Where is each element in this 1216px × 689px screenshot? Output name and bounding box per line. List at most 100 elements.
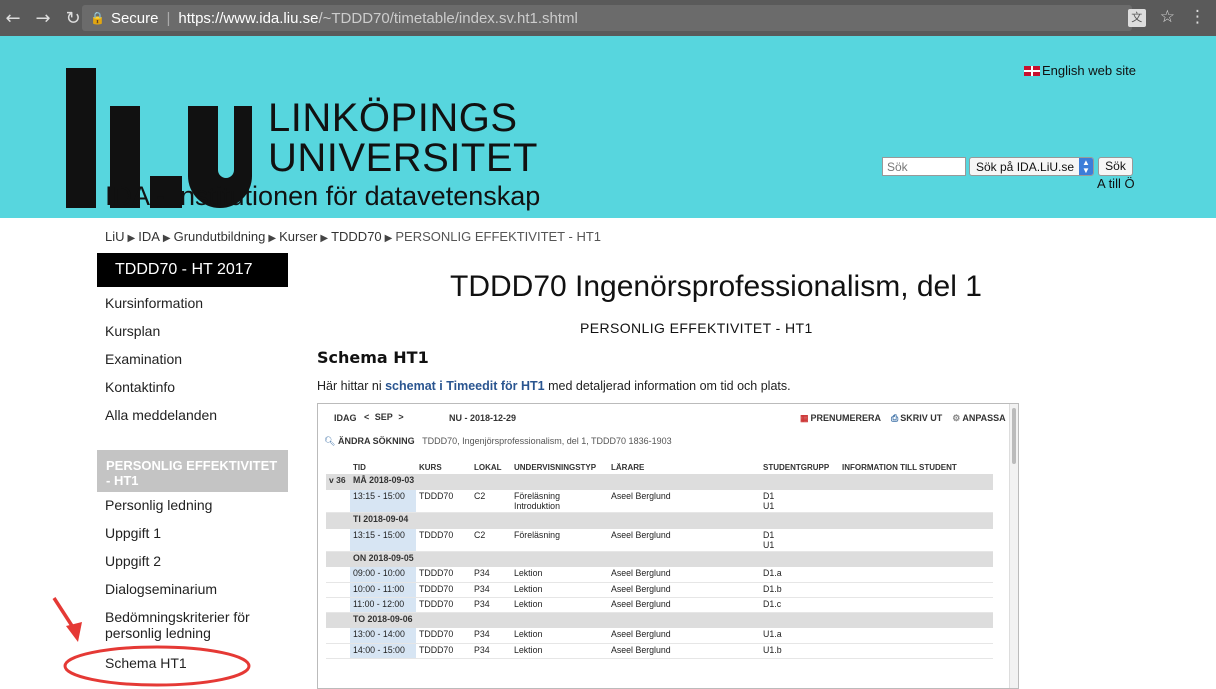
group-cell: D1.c: [760, 597, 839, 613]
day-header-row: ON 2018-09-05: [326, 551, 993, 567]
english-site-link[interactable]: English web site: [1024, 63, 1136, 78]
search-description: TDDD70, Ingenjörsprofessionalism, del 1,…: [422, 436, 672, 446]
month-navigation: < SEP >: [364, 412, 404, 422]
reload-icon[interactable]: ↻: [62, 8, 84, 29]
search-button[interactable]: Sök: [1098, 157, 1133, 176]
type-value: Lektion: [514, 598, 543, 609]
address-bar[interactable]: 🔒 Secure | https://www.ida.liu.se/~TDDD7…: [82, 5, 1132, 31]
sidebar-item-alla-meddelanden[interactable]: Alla meddelanden: [105, 407, 217, 423]
intro-text-start: Här hittar ni: [317, 379, 386, 393]
breadcrumb-ida[interactable]: IDA: [138, 229, 160, 244]
next-month-button[interactable]: >: [398, 412, 403, 422]
print-button[interactable]: ⎙ SKRIV UT: [891, 413, 942, 424]
table-row[interactable]: 13:00 - 14:00 TDDD70 P34 Lektion Aseel Bergl…: [326, 628, 993, 644]
breadcrumb-kurser[interactable]: Kurser: [279, 229, 317, 244]
room-cell: P34: [471, 597, 511, 613]
table-row[interactable]: 11:00 - 12:00 TDDD70 P34 Lektion Aseel Bergl…: [326, 597, 993, 613]
subscribe-button[interactable]: ▦ PRENUMERERA: [800, 413, 881, 424]
room-cell: P34: [471, 643, 511, 659]
column-header: LÄRARE: [611, 463, 645, 472]
sidebar-item-uppgift-2[interactable]: Uppgift 2: [105, 553, 161, 569]
breadcrumb-liu[interactable]: LiU: [105, 229, 125, 244]
breadcrumb-arrow-icon: ▶: [162, 233, 171, 244]
bookmark-star-icon[interactable]: ☆: [1160, 7, 1175, 27]
teacher-cell: Aseel Berglund: [608, 582, 760, 598]
table-row[interactable]: 13:15 - 15:00 TDDD70 C2 Föreläsning Introduk…: [326, 490, 993, 513]
info-cell: [839, 528, 993, 552]
table-row[interactable]: 09:00 - 10:00 TDDD70 P34 Lektion Aseel Bergl…: [326, 567, 993, 583]
print-label: SKRIV UT: [900, 413, 943, 423]
change-search-bar: 🔍︎ ÄNDRA SÖKNING TDDD70, Ingenjörsprofes…: [324, 436, 672, 447]
day-label: ON 2018-09-05: [350, 551, 993, 567]
course-cell: TDDD70: [416, 490, 471, 513]
university-name: LINKÖPINGS UNIVERSITET: [268, 98, 538, 178]
a-to-o-link[interactable]: A till Ö: [1097, 176, 1135, 191]
column-header: UNDERVISNINGSTYP: [514, 463, 597, 472]
intro-text: Här hittar ni schemat i Timeedit för HT1…: [317, 379, 791, 393]
teacher-cell: Aseel Berglund: [608, 628, 760, 644]
search-input[interactable]: Sök: [882, 157, 966, 176]
now-date: NU - 2018-12-29: [449, 413, 517, 423]
sidebar-item-examination[interactable]: Examination: [105, 351, 182, 367]
table-row[interactable]: 10:00 - 11:00 TDDD70 P34 Lektion Aseel Bergl…: [326, 582, 993, 598]
department-name[interactable]: IDA - Institutionen för datavetenskap: [105, 181, 540, 212]
printer-icon: ⎙: [891, 413, 899, 423]
menu-icon[interactable]: ⋮: [1189, 7, 1206, 27]
search-scope-value: Sök på IDA.LiU.se: [976, 160, 1075, 174]
search-scope-select[interactable]: Sök på IDA.LiU.se ▲ ▼: [969, 157, 1094, 176]
room-cell: P34: [471, 628, 511, 644]
group-value-2: U1: [763, 501, 775, 511]
prev-month-button[interactable]: <: [364, 412, 369, 422]
time-cell: 10:00 - 11:00: [350, 582, 416, 598]
teacher-cell: Aseel Berglund: [608, 490, 760, 513]
column-header: STUDENTGRUPP: [763, 463, 830, 472]
sidebar-item-kursplan[interactable]: Kursplan: [105, 323, 160, 339]
calendar-icon: ▦: [800, 413, 809, 423]
sidebar-item-personlig-ledning[interactable]: Personlig ledning: [105, 497, 212, 513]
group-value: U1.b: [763, 644, 782, 655]
group-cell: U1.a: [760, 628, 839, 644]
type-cell: Lektion: [511, 643, 608, 659]
column-header: KURS: [419, 463, 442, 472]
sidebar-course-title[interactable]: TDDD70 - HT 2017: [97, 253, 288, 287]
browser-toolbar: ← → ↻ 🔒 Secure | https://www.ida.liu.se /…: [0, 0, 1216, 36]
breadcrumb: LiU ▶ IDA ▶ Grundutbildning ▶ Kurser ▶ TDDD70 ▶ PE…: [105, 229, 601, 244]
timetable-scrollbar[interactable]: [1009, 404, 1018, 688]
type-cell: Föreläsning Introduktion: [511, 490, 608, 513]
week-label: [326, 551, 350, 567]
sidebar-item-uppgift-1[interactable]: Uppgift 1: [105, 525, 161, 541]
back-icon[interactable]: ←: [2, 8, 24, 29]
group-value-2: U1: [763, 539, 775, 550]
course-cell: TDDD70: [416, 528, 471, 552]
room-cell: P34: [471, 567, 511, 583]
magnifier-icon: 🔍︎: [324, 436, 336, 446]
scrollbar-thumb[interactable]: [1012, 408, 1016, 464]
url-separator: |: [166, 9, 171, 27]
sidebar-item-kursinformation[interactable]: Kursinformation: [105, 295, 203, 311]
table-row[interactable]: 14:00 - 15:00 TDDD70 P34 Lektion Aseel Bergl…: [326, 643, 993, 659]
sidebar-section-title[interactable]: PERSONLIG EFFEKTIVITET - HT1: [97, 450, 288, 492]
timeedit-link[interactable]: schemat i Timeedit för HT1: [385, 379, 545, 393]
breadcrumb-grundutbildning[interactable]: Grundutbildning: [174, 229, 266, 244]
customize-button[interactable]: ⚙ ANPASSA: [952, 413, 1005, 424]
type-value: Lektion: [514, 629, 543, 639]
week-column-header: [326, 461, 350, 474]
breadcrumb-tddd70[interactable]: TDDD70: [331, 229, 382, 244]
translate-icon[interactable]: 文: [1127, 9, 1146, 27]
sidebar-item-kontaktinfo[interactable]: Kontaktinfo: [105, 379, 175, 395]
week-spacer: [326, 643, 350, 659]
change-search-link[interactable]: ÄNDRA SÖKNING: [338, 436, 415, 446]
breadcrumb-arrow-icon: ▶: [384, 233, 393, 244]
forward-icon[interactable]: →: [32, 8, 54, 29]
info-cell: [839, 597, 993, 613]
room-cell: C2: [471, 490, 511, 513]
column-header: LOKAL: [474, 463, 502, 472]
page-subtitle: PERSONLIG EFFEKTIVITET - HT1: [580, 320, 813, 336]
table-row[interactable]: 13:15 - 15:00 TDDD70 C2 Föreläsning Aseel Be…: [326, 528, 993, 552]
teacher-cell: Aseel Berglund: [608, 597, 760, 613]
subscribe-label: PRENUMERERA: [810, 413, 882, 423]
teacher-cell: Aseel Berglund: [608, 567, 760, 583]
today-button[interactable]: IDAG: [334, 413, 357, 423]
url-host: https://www.ida.liu.se: [178, 9, 319, 27]
page-title: TDDD70 Ingenörsprofessionalism, del 1: [450, 270, 982, 303]
